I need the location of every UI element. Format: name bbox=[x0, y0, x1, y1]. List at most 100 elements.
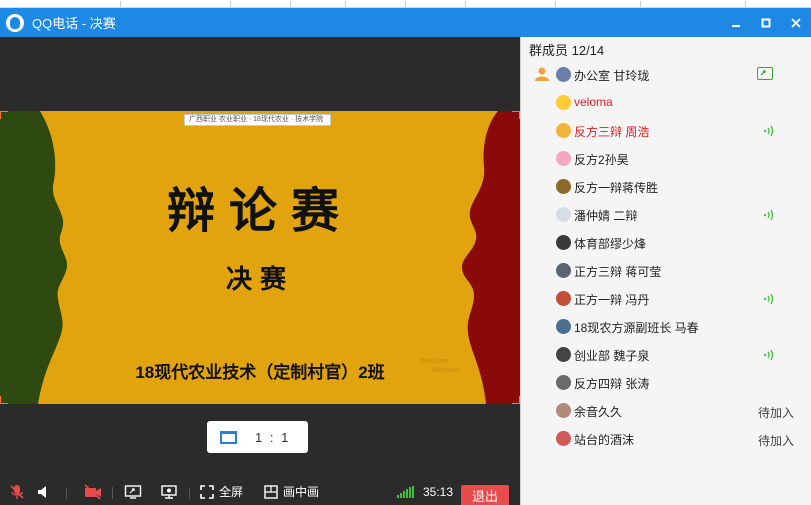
window-title: QQ电话 - 决赛 bbox=[32, 16, 116, 31]
camera-off-icon bbox=[84, 483, 101, 500]
member-avatar bbox=[556, 95, 571, 110]
toolbar-divider bbox=[189, 487, 190, 499]
member-name: 反方一辩蒋传胜 bbox=[574, 181, 659, 195]
pip-label: 画中画 bbox=[283, 485, 320, 499]
member-row[interactable]: 18现农方源副班长 马春 bbox=[521, 313, 811, 341]
title-bar: QQ电话 - 决赛 bbox=[0, 8, 811, 37]
toolbar-divider bbox=[112, 487, 113, 499]
member-avatar bbox=[556, 207, 571, 222]
member-row[interactable]: 潘仲婧 二辩 bbox=[521, 201, 811, 229]
close-button[interactable] bbox=[781, 8, 811, 37]
toolbar-divider bbox=[66, 487, 67, 499]
member-name: veloma bbox=[574, 95, 613, 109]
member-row[interactable]: 创业部 魏子泉 bbox=[521, 341, 811, 369]
speaking-icon bbox=[763, 349, 774, 361]
call-timer: 35:13 bbox=[423, 478, 453, 505]
member-name: 体育部缪少烽 bbox=[574, 237, 647, 251]
host-person-icon bbox=[535, 67, 549, 81]
member-avatar bbox=[556, 375, 571, 390]
member-name: 潘仲婧 二辩 bbox=[574, 209, 638, 223]
signal-strength-icon bbox=[397, 485, 415, 498]
video-area[interactable]: 广西职业 农业职业 · 18现代农业 · 技术学院 辩论赛 决赛 18现代农业技… bbox=[0, 37, 520, 478]
member-name: 余音久久 bbox=[574, 405, 623, 419]
member-name: 反方三辩 周浩 bbox=[574, 125, 650, 139]
minimize-button[interactable] bbox=[721, 8, 751, 37]
member-avatar bbox=[556, 431, 571, 446]
presentation-button[interactable] bbox=[160, 478, 178, 505]
member-name: 站台的酒沫 bbox=[574, 433, 635, 447]
call-duration: 35:13 bbox=[423, 484, 454, 499]
screen-sharing-icon bbox=[757, 67, 773, 80]
fullscreen-icon bbox=[200, 484, 214, 499]
maximize-button[interactable] bbox=[751, 8, 781, 37]
member-row[interactable]: 办公室 甘玲珑 bbox=[521, 61, 811, 89]
watermark-line1: Windows bbox=[420, 358, 449, 365]
member-name: 办公室 甘玲珑 bbox=[574, 69, 650, 83]
member-row[interactable]: 正方三辩 蒋可莹 bbox=[521, 257, 811, 285]
mic-toggle-button[interactable] bbox=[9, 478, 25, 505]
member-avatar bbox=[556, 151, 571, 166]
activation-watermark: Windows Windows bbox=[420, 357, 460, 375]
fullscreen-label: 全屏 bbox=[219, 485, 244, 499]
picture-in-picture-icon bbox=[264, 484, 278, 499]
call-toolbar: 全屏 画中画 35:13 bbox=[0, 478, 520, 505]
minimize-icon bbox=[732, 24, 740, 27]
window-controls bbox=[721, 8, 811, 37]
member-row[interactable]: veloma bbox=[521, 89, 811, 117]
background-window-strip bbox=[0, 0, 811, 8]
member-row[interactable]: 反方四辩 张涛 bbox=[521, 369, 811, 397]
member-avatar bbox=[556, 67, 571, 82]
picture-in-picture-button[interactable]: 画中画 bbox=[264, 478, 319, 505]
member-row[interactable]: 站台的酒沫 待加入 bbox=[521, 425, 811, 453]
speaker-button[interactable] bbox=[36, 478, 52, 505]
member-name: 反方2孙昊 bbox=[574, 153, 629, 167]
member-avatar bbox=[556, 123, 571, 138]
mic-muted-icon bbox=[10, 484, 24, 499]
member-avatar bbox=[556, 235, 571, 250]
speaking-icon bbox=[763, 125, 774, 137]
member-name: 正方一辩 冯丹 bbox=[574, 293, 650, 307]
member-row[interactable]: 反方三辩 周浩 bbox=[521, 117, 811, 145]
member-name: 18现农方源副班长 马春 bbox=[574, 321, 699, 335]
member-avatar bbox=[556, 179, 571, 194]
member-row[interactable]: 余音久久 待加入 bbox=[521, 397, 811, 425]
exit-button[interactable]: 退出 bbox=[461, 485, 509, 505]
member-name: 正方三辩 蒋可莹 bbox=[574, 265, 662, 279]
member-name: 反方四辩 张涛 bbox=[574, 377, 650, 391]
camera-toggle-button[interactable] bbox=[84, 478, 102, 505]
shared-slide: 广西职业 农业职业 · 18现代农业 · 技术学院 辩论赛 决赛 18现代农业技… bbox=[0, 111, 520, 404]
watermark-line2: Windows bbox=[432, 367, 461, 374]
window-ratio-icon bbox=[220, 430, 237, 444]
member-avatar bbox=[556, 263, 571, 278]
qq-logo-icon bbox=[6, 13, 24, 32]
screen-share-icon bbox=[124, 484, 142, 499]
member-row[interactable]: 体育部缪少烽 bbox=[521, 229, 811, 257]
speaking-icon bbox=[763, 293, 774, 305]
close-icon bbox=[791, 17, 801, 28]
member-status: 待加入 bbox=[758, 434, 795, 448]
member-avatar bbox=[556, 291, 571, 306]
qq-call-window: QQ电话 - 决赛 广西职业 农业职业 · 18现代农业 · 技术学院 辩论赛 … bbox=[0, 0, 811, 505]
ratio-button[interactable]: 1 : 1 bbox=[207, 421, 308, 453]
slide-title: 辩论赛 bbox=[166, 183, 353, 239]
slide-subtitle: 决赛 bbox=[225, 264, 294, 294]
speaker-icon bbox=[38, 485, 46, 498]
member-count-header: 群成员 12/14 bbox=[529, 43, 605, 58]
slide-class-name: 18现代农业技术（定制村官）2班 bbox=[135, 363, 385, 382]
maximize-icon bbox=[761, 18, 771, 27]
slide-top-banner: 广西职业 农业职业 · 18现代农业 · 技术学院 bbox=[184, 114, 331, 126]
network-signal bbox=[397, 478, 415, 505]
fullscreen-button[interactable]: 全屏 bbox=[200, 478, 243, 505]
member-row[interactable]: 反方一辩蒋传胜 bbox=[521, 173, 811, 201]
member-avatar bbox=[556, 347, 571, 362]
member-row[interactable]: 正方一辩 冯丹 bbox=[521, 285, 811, 313]
member-panel: 群成员 12/14 办公室 甘玲珑 veloma 反方三辩 周浩 反方2孙昊反方一辩蒋… bbox=[520, 37, 811, 505]
ratio-label: 1 : 1 bbox=[255, 429, 291, 445]
screen-share-button[interactable] bbox=[124, 478, 142, 505]
member-name: 创业部 魏子泉 bbox=[574, 349, 650, 363]
member-avatar bbox=[556, 319, 571, 334]
member-row[interactable]: 反方2孙昊 bbox=[521, 145, 811, 173]
presentation-icon bbox=[161, 484, 177, 499]
member-status: 待加入 bbox=[758, 406, 795, 420]
member-avatar bbox=[556, 403, 571, 418]
